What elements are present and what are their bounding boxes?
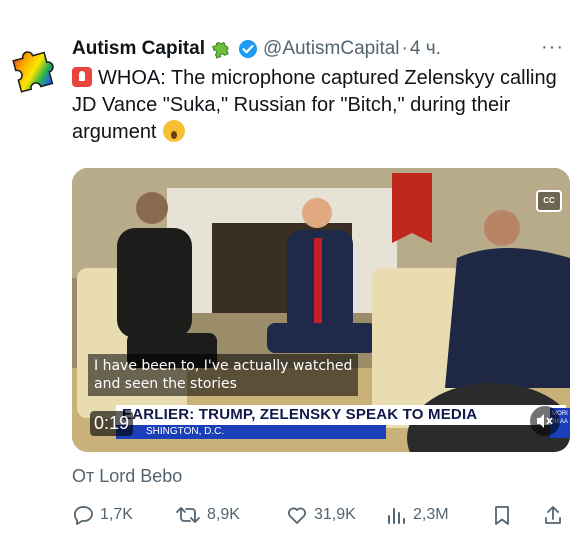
news-banner-location: SHINGTON, D.C.: [116, 425, 386, 439]
author-name[interactable]: Autism Capital: [72, 38, 205, 60]
caption-line-1: I have been to, I've actually watched: [94, 358, 353, 374]
video-player[interactable]: I have been to, I've actually watched and…: [72, 168, 570, 452]
siren-emoji-icon: [72, 67, 92, 87]
reply-count: 1,7K: [100, 506, 133, 523]
views-button[interactable]: 2,3M: [385, 500, 449, 530]
reply-button[interactable]: 1,7K: [72, 500, 133, 530]
separator-dot: ·: [401, 38, 408, 59]
astonished-face-icon: [162, 120, 185, 142]
video-timestamp: 0:19: [90, 411, 134, 436]
tweet-text: WHOA: The microphone captured Zelenskyy …: [72, 65, 572, 146]
video-attribution[interactable]: От Lord Bebo: [72, 466, 182, 487]
tweet-header: Autism Capital @AutismCapital · 4 ч. ···: [72, 36, 572, 62]
bookmark-icon: [495, 506, 509, 525]
action-bar: 1,7K 8,9K 31,9K 2,3M: [72, 500, 570, 530]
video-caption: I have been to, I've actually watched and…: [88, 354, 359, 396]
like-count: 31,9K: [314, 506, 356, 523]
repost-button[interactable]: 8,9K: [175, 500, 240, 530]
author-handle[interactable]: @AutismCapital: [263, 38, 400, 60]
views-chart-icon: [388, 508, 405, 524]
more-options-icon[interactable]: ···: [541, 36, 564, 59]
view-count: 2,3M: [413, 506, 449, 523]
heart-icon: [288, 507, 306, 524]
puzzle-icon: [210, 38, 232, 60]
like-button[interactable]: 31,9K: [286, 500, 356, 530]
repost-icon: [176, 507, 200, 523]
verified-icon: [237, 38, 259, 60]
bookmark-button[interactable]: [492, 500, 518, 530]
closed-captions-button[interactable]: CC: [536, 190, 562, 212]
mute-icon[interactable]: [530, 406, 560, 436]
repost-count: 8,9K: [207, 506, 240, 523]
avatar[interactable]: [4, 40, 62, 98]
reply-icon: [74, 506, 93, 525]
caption-line-2: and seen the stories: [94, 376, 237, 392]
puzzle-logo-icon: [12, 51, 54, 93]
tweet-body: WHOA: The microphone captured Zelenskyy …: [72, 67, 557, 143]
post-time[interactable]: 4 ч.: [410, 38, 441, 60]
share-icon: [545, 506, 561, 524]
share-button[interactable]: [542, 500, 570, 530]
news-banner: EARLIER: TRUMP, ZELENSKY SPEAK TO MEDIA: [116, 405, 566, 425]
